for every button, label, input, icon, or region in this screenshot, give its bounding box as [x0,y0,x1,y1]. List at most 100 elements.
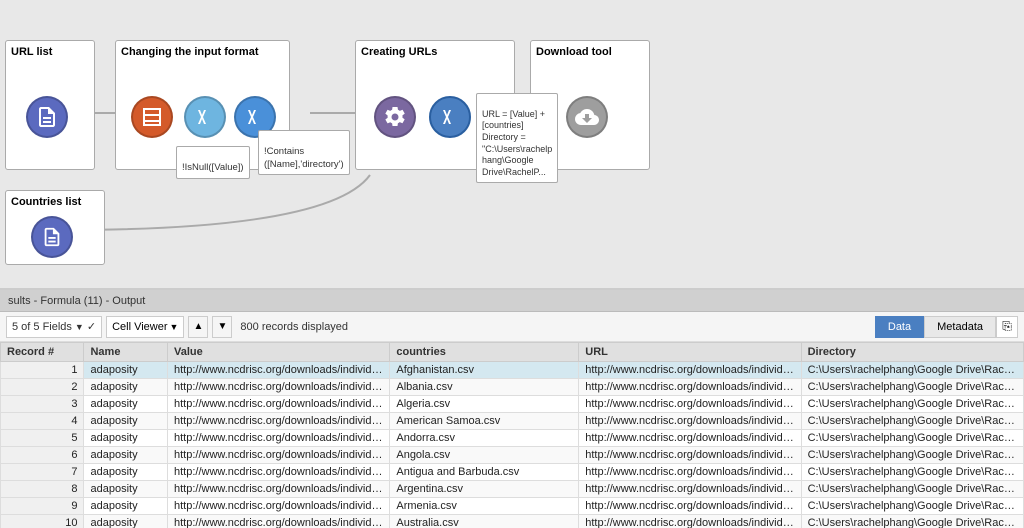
table-cell: http://www.ncdrisc.org/downloads/individ… [168,430,390,447]
table-cell: 6 [1,447,84,464]
changing-label: Changing the input format [121,46,258,58]
table-cell: Albania.csv [390,379,579,396]
table-cell: http://www.ncdrisc.org/downloads/individ… [168,481,390,498]
table-cell: C:\Users\rachelphang\Google Drive\Rachel… [801,515,1023,528]
table-row: 7adaposity http://www.ncdrisc.org/downloa… [1,464,1024,481]
table-cell: http://www.ncdrisc.org/downloads/individ… [579,447,801,464]
table-row: 9adaposityhttp://www.ncdrisc.org/downloa… [1,498,1024,515]
cell-viewer-chevron: ▼ [170,322,179,332]
table-cell: adaposity [84,362,168,379]
table-cell: 5 [1,430,84,447]
sort-up-btn[interactable]: ▲ [188,316,208,338]
copy-icon[interactable]: ⎘ [996,316,1018,338]
table-cell: C:\Users\rachelphang\Google Drive\Rachel… [801,430,1023,447]
table-cell: C:\Users\rachelphang\Google Drive\Rachel… [801,379,1023,396]
table-cell: Algeria.csv [390,396,579,413]
col-directory[interactable]: Directory [801,343,1023,362]
table-cell: adaposity [84,447,168,464]
table-cell: http://www.ncdrisc.org/downloads/individ… [579,379,801,396]
table-cell: adaposity [84,481,168,498]
tooltip-contains: !Contains ([Name],'directory') [258,130,350,175]
table-cell: adaposity [84,396,168,413]
table-row: 1adaposityhttp://www.ncdrisc.org/downloa… [1,362,1024,379]
col-value[interactable]: Value [168,343,390,362]
table-row: 4adaposityhttp://www.ncdrisc.org/downloa… [1,413,1024,430]
tab-data[interactable]: Data [875,316,924,338]
table-row: 2adaposityhttp://www.ncdrisc.org/downloa… [1,379,1024,396]
table-cell: adaposity [84,430,168,447]
tab-metadata[interactable]: Metadata [924,316,996,338]
table-cell: 7 [1,464,84,481]
tooltip-url: URL = [Value] + [countries] Directory = … [476,93,558,183]
group-countries: Countries list [5,190,105,265]
group-url-list: URL list [5,40,95,170]
col-name[interactable]: Name [84,343,168,362]
countries-book-icon[interactable] [31,216,73,258]
checkmark-icon: ✓ [87,320,96,333]
table-row: 10adaposityhttp://www.ncdrisc.org/downlo… [1,515,1024,528]
table-cell: http://www.ncdrisc.org/downloads/individ… [579,362,801,379]
table-cell: C:\Users\rachelphang\Google Drive\Rachel… [801,498,1023,515]
tooltip-isnull: !IsNull([Value]) [176,146,250,179]
data-table-wrapper[interactable]: Record # Name Value countries URL Direct… [0,342,1024,528]
table-cell: Australia.csv [390,515,579,528]
table-cell: http://www.ncdrisc.org/downloads/individ… [168,396,390,413]
table-row: 3adaposityhttp://www.ncdrisc.org/downloa… [1,396,1024,413]
table-cell: http://www.ncdrisc.org/downloads/individ… [579,515,801,528]
table-cell: http://www.ncdrisc.org/downloads/individ… [168,515,390,528]
table-cell: http://www.ncdrisc.org/downloads/individ… [579,464,801,481]
col-countries[interactable]: countries [390,343,579,362]
table-cell: Afghanistan.csv [390,362,579,379]
data-table: Record # Name Value countries URL Direct… [0,342,1024,528]
table-cell: http://www.ncdrisc.org/downloads/individ… [579,430,801,447]
table-cell: Angola.csv [390,447,579,464]
table-cell: 1 [1,362,84,379]
table-cell: http://www.ncdrisc.org/downloads/individ… [168,362,390,379]
fields-selector[interactable]: 5 of 5 Fields ▼ ✓ [6,316,102,338]
gear-icon[interactable] [374,96,416,138]
table-cell: http://www.ncdrisc.org/downloads/individ… [168,498,390,515]
table-cell: C:\Users\rachelphang\Google Drive\Rachel… [801,396,1023,413]
cell-viewer-btn[interactable]: Cell Viewer ▼ [106,316,184,338]
group-creating: Creating URLs URL = [Value] + [countries… [355,40,515,170]
view-tabs: Data Metadata ⎘ [875,316,1018,338]
table-cell: 2 [1,379,84,396]
formula1-icon[interactable] [184,96,226,138]
col-url[interactable]: URL [579,343,801,362]
fields-chevron: ▼ [75,322,84,332]
table-cell: adaposity [84,464,168,481]
creating-label: Creating URLs [361,46,437,58]
table-cell: http://www.ncdrisc.org/downloads/individ… [579,396,801,413]
table-cell: 4 [1,413,84,430]
table-cell: http://www.ncdrisc.org/downloads/individ… [168,379,390,396]
url-list-icon[interactable] [26,96,68,138]
table-row: 8adaposityhttp://www.ncdrisc.org/downloa… [1,481,1024,498]
table-cell: Andorra.csv [390,430,579,447]
download-tool-icon[interactable] [566,96,608,138]
table-cell: C:\Users\rachelphang\Google Drive\Rachel… [801,464,1023,481]
table-cell: C:\Users\rachelphang\Google Drive\Rachel… [801,447,1023,464]
table-cell: http://www.ncdrisc.org/downloads/individ… [168,413,390,430]
table-cell: Antigua and Barbuda.csv [390,464,579,481]
table-cell: http://www.ncdrisc.org/downloads/individ… [579,498,801,515]
table-cell: adaposity [84,498,168,515]
results-header-text: sults - Formula (11) - Output [8,295,145,307]
table-cell: 10 [1,515,84,528]
table-cell: 3 [1,396,84,413]
results-panel: sults - Formula (11) - Output 5 of 5 Fie… [0,290,1024,528]
table-row: 6adaposity http://www.ncdrisc.org/downloa… [1,447,1024,464]
table-cell: adaposity [84,379,168,396]
table-cell: American Samoa.csv [390,413,579,430]
sort-down-btn[interactable]: ▼ [212,316,232,338]
table-cell: 9 [1,498,84,515]
toolbar: 5 of 5 Fields ▼ ✓ Cell Viewer ▼ ▲ ▼ 800 … [0,312,1024,342]
col-record[interactable]: Record # [1,343,84,362]
table-cell: Armenia.csv [390,498,579,515]
download-blue-icon[interactable] [429,96,471,138]
table-cell: C:\Users\rachelphang\Google Drive\Rachel… [801,362,1023,379]
table-cell: adaposity [84,515,168,528]
table-row: 5adaposityhttp://www.ncdrisc.org/downloa… [1,430,1024,447]
table-cell: C:\Users\rachelphang\Google Drive\Rachel… [801,413,1023,430]
table-icon[interactable] [131,96,173,138]
table-cell: Argentina.csv [390,481,579,498]
